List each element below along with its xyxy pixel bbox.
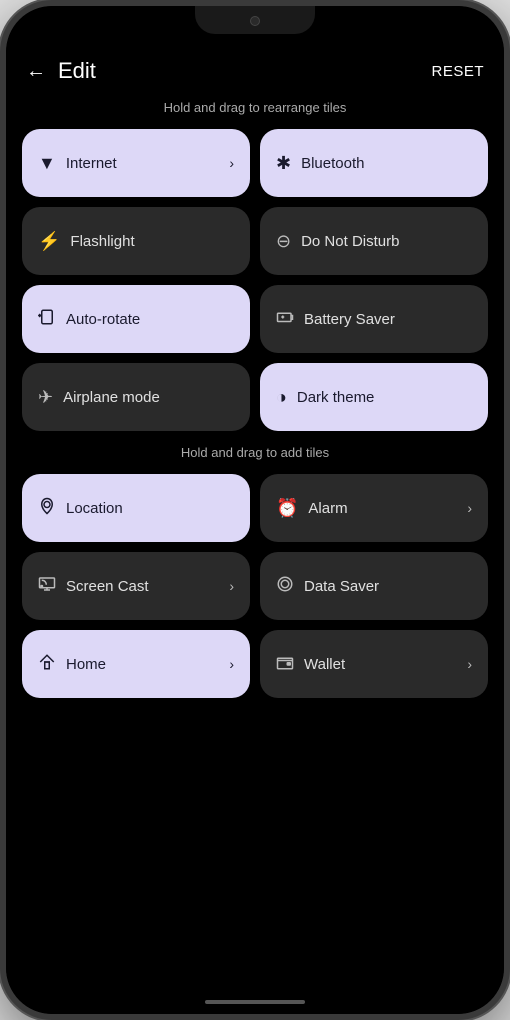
header: ← Edit RESET — [22, 46, 488, 100]
tile-internet[interactable]: ▼ Internet › — [22, 129, 250, 197]
tile-alarm[interactable]: ⏰ Alarm › — [260, 474, 488, 542]
wallet-icon — [276, 653, 294, 676]
active-tiles-grid: ▼ Internet › ✱ Bluetooth ⚡ Flashlight — [22, 129, 488, 431]
tile-flashlight[interactable]: ⚡ Flashlight — [22, 207, 250, 275]
divider-section: Hold and drag to add tiles — [22, 445, 488, 460]
tile-home-label: Home — [66, 656, 106, 673]
tile-dnd-label: Do Not Disturb — [301, 233, 399, 250]
wallet-chevron-icon: › — [467, 656, 472, 672]
screen: ← Edit RESET Hold and drag to rearrange … — [6, 6, 504, 1014]
home-icon — [38, 653, 56, 676]
screencast-chevron-icon: › — [229, 578, 234, 594]
phone-frame: ← Edit RESET Hold and drag to rearrange … — [0, 0, 510, 1020]
active-hint: Hold and drag to rearrange tiles — [22, 100, 488, 115]
tile-home[interactable]: Home › — [22, 630, 250, 698]
tile-battery-saver[interactable]: Battery Saver — [260, 285, 488, 353]
tile-dark-theme[interactable]: ◑ Dark theme — [260, 363, 488, 431]
home-chevron-icon: › — [229, 656, 234, 672]
darktheme-icon: ◑ — [276, 387, 287, 408]
datasaver-icon — [276, 575, 294, 598]
tile-alarm-label: Alarm — [308, 500, 347, 517]
chevron-icon: › — [229, 155, 234, 171]
tile-screencast-label: Screen Cast — [66, 578, 149, 595]
dnd-icon: ⊖ — [276, 231, 291, 252]
tile-flashlight-label: Flashlight — [70, 233, 134, 250]
tile-autorotate-label: Auto-rotate — [66, 311, 140, 328]
content-area: ← Edit RESET Hold and drag to rearrange … — [6, 46, 504, 1014]
battery-icon — [276, 308, 294, 331]
add-tiles-grid: Location ⏰ Alarm › — [22, 474, 488, 698]
tile-bluetooth[interactable]: ✱ Bluetooth — [260, 129, 488, 197]
header-left: ← Edit — [26, 58, 96, 84]
location-icon — [38, 497, 56, 520]
flashlight-icon: ⚡ — [38, 231, 60, 252]
tile-airplane[interactable]: ✈ Airplane mode — [22, 363, 250, 431]
power-button[interactable] — [0, 226, 4, 306]
tile-location-label: Location — [66, 500, 123, 517]
back-button[interactable]: ← — [26, 60, 46, 83]
tile-dark-theme-label: Dark theme — [297, 389, 375, 406]
tile-airplane-label: Airplane mode — [63, 389, 160, 406]
camera — [250, 16, 260, 26]
autorotate-icon — [38, 308, 56, 331]
page-title: Edit — [58, 58, 96, 84]
tile-screencast[interactable]: Screen Cast › — [22, 552, 250, 620]
tile-autorotate[interactable]: Auto-rotate — [22, 285, 250, 353]
tile-wallet-label: Wallet — [304, 656, 345, 673]
add-hint: Hold and drag to add tiles — [22, 445, 488, 460]
reset-button[interactable]: RESET — [431, 63, 484, 80]
status-bar — [6, 6, 504, 46]
tile-datasaver-label: Data Saver — [304, 578, 379, 595]
airplane-icon: ✈ — [38, 387, 53, 408]
alarm-icon: ⏰ — [276, 498, 298, 519]
tile-wallet[interactable]: Wallet › — [260, 630, 488, 698]
tile-dnd[interactable]: ⊖ Do Not Disturb — [260, 207, 488, 275]
tile-location[interactable]: Location — [22, 474, 250, 542]
home-indicator — [205, 1000, 305, 1004]
alarm-chevron-icon: › — [467, 500, 472, 516]
bluetooth-icon: ✱ — [276, 153, 291, 174]
tile-datasaver[interactable]: Data Saver — [260, 552, 488, 620]
tile-bluetooth-label: Bluetooth — [301, 155, 364, 172]
vol-up-button[interactable] — [506, 206, 510, 256]
screencast-icon — [38, 575, 56, 598]
tile-internet-label: Internet — [66, 155, 117, 172]
wifi-icon: ▼ — [38, 153, 56, 174]
tile-battery-saver-label: Battery Saver — [304, 311, 395, 328]
vol-down-button[interactable] — [506, 271, 510, 321]
